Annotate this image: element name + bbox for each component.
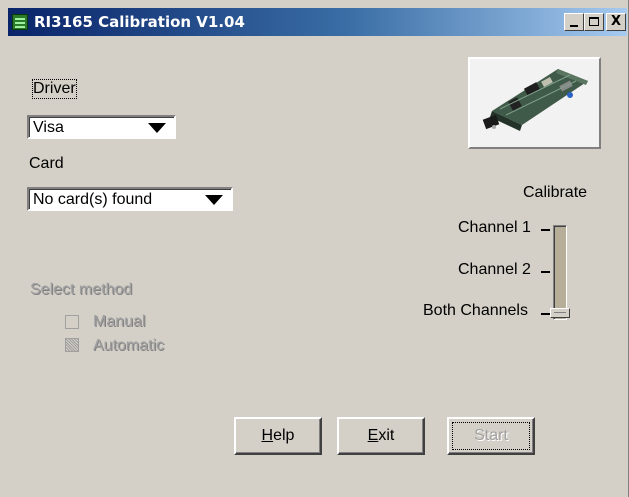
minimize-button[interactable] [564,13,584,31]
driver-select-value: Visa [33,119,64,136]
select-method-text: Select method [30,281,133,298]
chevron-down-icon[interactable] [205,195,223,205]
manual-checkbox[interactable] [65,315,79,329]
window-title: RI3165 Calibration V1.04 [34,13,245,31]
start-button[interactable]: Start [447,417,535,455]
automatic-option: Automatic [93,337,164,355]
chevron-down-icon[interactable] [148,123,166,133]
slider-tick [541,229,550,231]
calibrate-slider-thumb[interactable] [550,308,570,318]
help-button-rest: elp [273,427,295,444]
circuit-board-icon [12,14,28,30]
title-bar[interactable]: RI3165 Calibration V1.04 X [8,8,627,36]
channel-2-label: Channel 2 [458,261,531,278]
help-button-accel: H [261,427,274,444]
channel-1-label: Channel 1 [458,219,531,236]
exit-button-accel: E [367,427,379,444]
exit-button-rest: xit [378,427,395,444]
card-image-frame [468,57,601,149]
manual-option: Manual [93,313,145,331]
automatic-checkbox[interactable] [65,338,79,352]
slider-tick [541,313,550,315]
close-icon: X [610,14,622,29]
automatic-option-text: Automatic [93,337,165,354]
minimize-icon [570,25,578,27]
focus-rectangle [452,422,530,450]
pci-card-image [470,59,599,147]
exit-button[interactable]: Exit [337,417,425,455]
calibrate-label: Calibrate [523,184,588,201]
card-label: Card [29,155,64,172]
driver-label: Driver [32,79,77,99]
both-channels-label: Both Channels [423,302,528,319]
calibrate-slider-track[interactable] [553,225,567,320]
driver-select[interactable]: Visa [27,115,176,139]
close-button[interactable]: X [606,13,626,31]
select-method-label: Select method [30,281,132,299]
calibration-window: RI3165 Calibration V1.04 X Driver Visa C… [0,0,629,497]
slider-tick [541,271,550,273]
manual-option-text: Manual [93,313,146,330]
card-select-value: No card(s) found [33,191,153,208]
help-button[interactable]: Help [234,417,322,455]
maximize-button[interactable] [584,13,604,31]
maximize-icon [589,17,599,26]
card-select[interactable]: No card(s) found [27,187,233,211]
